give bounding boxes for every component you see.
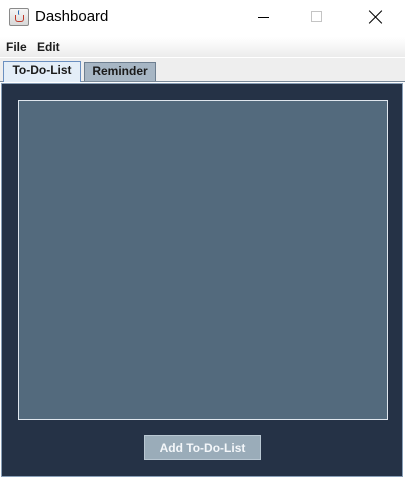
tab-strip: To-Do-List Reminder xyxy=(0,58,405,82)
to-do-list-panel: Add To-Do-List xyxy=(1,83,403,477)
java-coffee-cup-icon[interactable] xyxy=(9,8,29,26)
close-icon xyxy=(368,9,382,25)
menu-bar: File Edit xyxy=(0,37,405,57)
menu-edit[interactable]: Edit xyxy=(37,40,60,54)
menu-file[interactable]: File xyxy=(6,40,27,54)
title-bar: Dashboard xyxy=(0,0,405,36)
to-do-list-area[interactable] xyxy=(18,100,388,420)
tab-to-do-list[interactable]: To-Do-List xyxy=(3,61,81,82)
maximize-icon xyxy=(311,11,322,22)
add-to-do-list-button[interactable]: Add To-Do-List xyxy=(144,435,261,460)
tab-reminder[interactable]: Reminder xyxy=(84,62,156,81)
minimize-icon xyxy=(258,17,269,18)
minimize-button[interactable] xyxy=(241,0,287,36)
maximize-button xyxy=(294,0,340,36)
close-button[interactable] xyxy=(352,0,398,36)
window-title: Dashboard xyxy=(35,8,109,25)
